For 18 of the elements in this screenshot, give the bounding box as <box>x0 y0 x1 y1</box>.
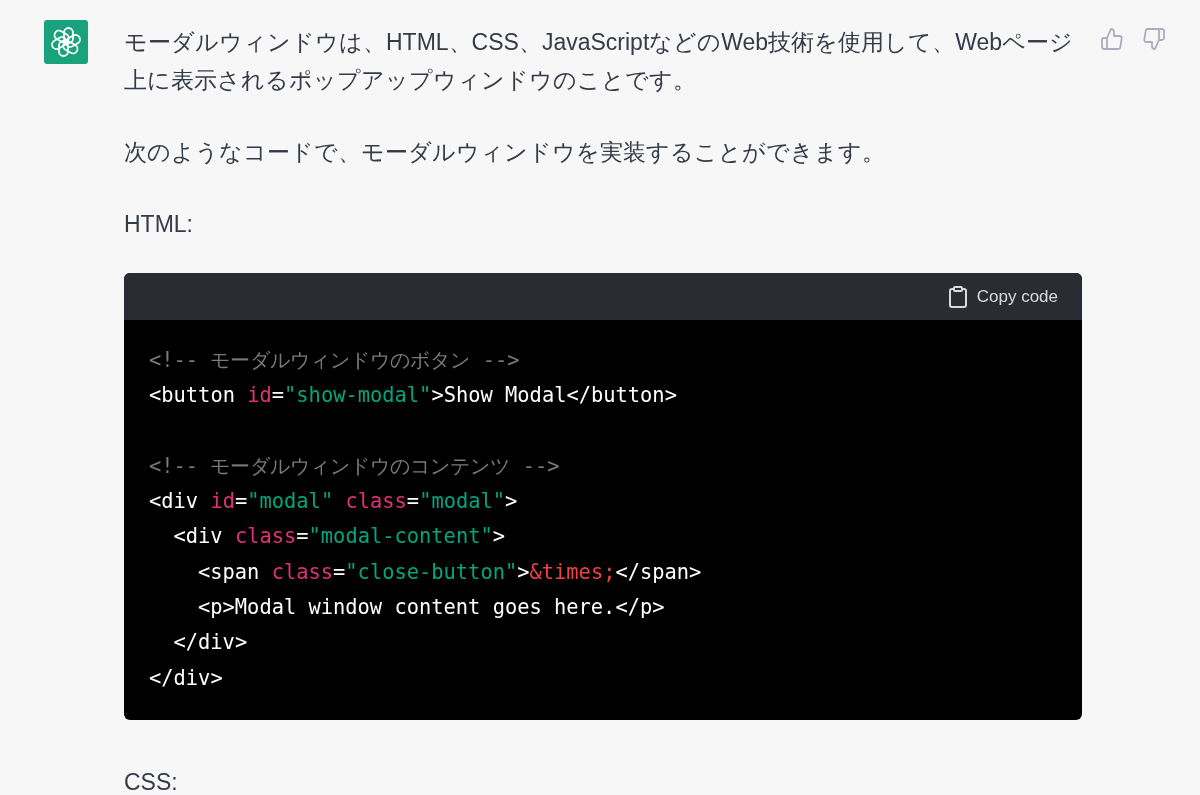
code-line: </div> <box>173 629 248 657</box>
code-line: <button id="show-modal">Show Modal</button> <box>149 382 677 410</box>
copy-code-button[interactable]: Copy code <box>948 285 1058 308</box>
code-line: <div id="modal" class="modal"> <box>149 488 518 516</box>
clipboard-icon <box>948 285 967 308</box>
message-paragraph: 次のようなコードで、モーダルウィンドウを実装することができます。 <box>124 138 886 167</box>
knot-logo-icon <box>44 20 88 64</box>
code-line: <p>Modal window content goes here.</p> <box>198 594 665 622</box>
section-label: CSS: <box>124 769 179 794</box>
code-line: </div> <box>149 664 223 692</box>
code-line: <span class="close-button">&times;</span> <box>198 558 702 586</box>
section-label: HTML: <box>124 210 194 239</box>
code-line: <div class="modal-content"> <box>173 523 505 551</box>
code-line: <!-- モーダルウィンドウのコンテンツ --> <box>149 452 560 480</box>
thumbs-up-icon[interactable] <box>1101 28 1123 50</box>
message-paragraph: モーダルウィンドウは、HTML、CSS、JavaScriptなどのWeb技術を使用して、Webページ上に表示されるポップアップウィンドウのことです。 <box>124 28 1075 95</box>
thumbs-down-icon[interactable] <box>1143 28 1165 50</box>
code-line: <!-- モーダルウィンドウのボタン --> <box>149 347 520 374</box>
